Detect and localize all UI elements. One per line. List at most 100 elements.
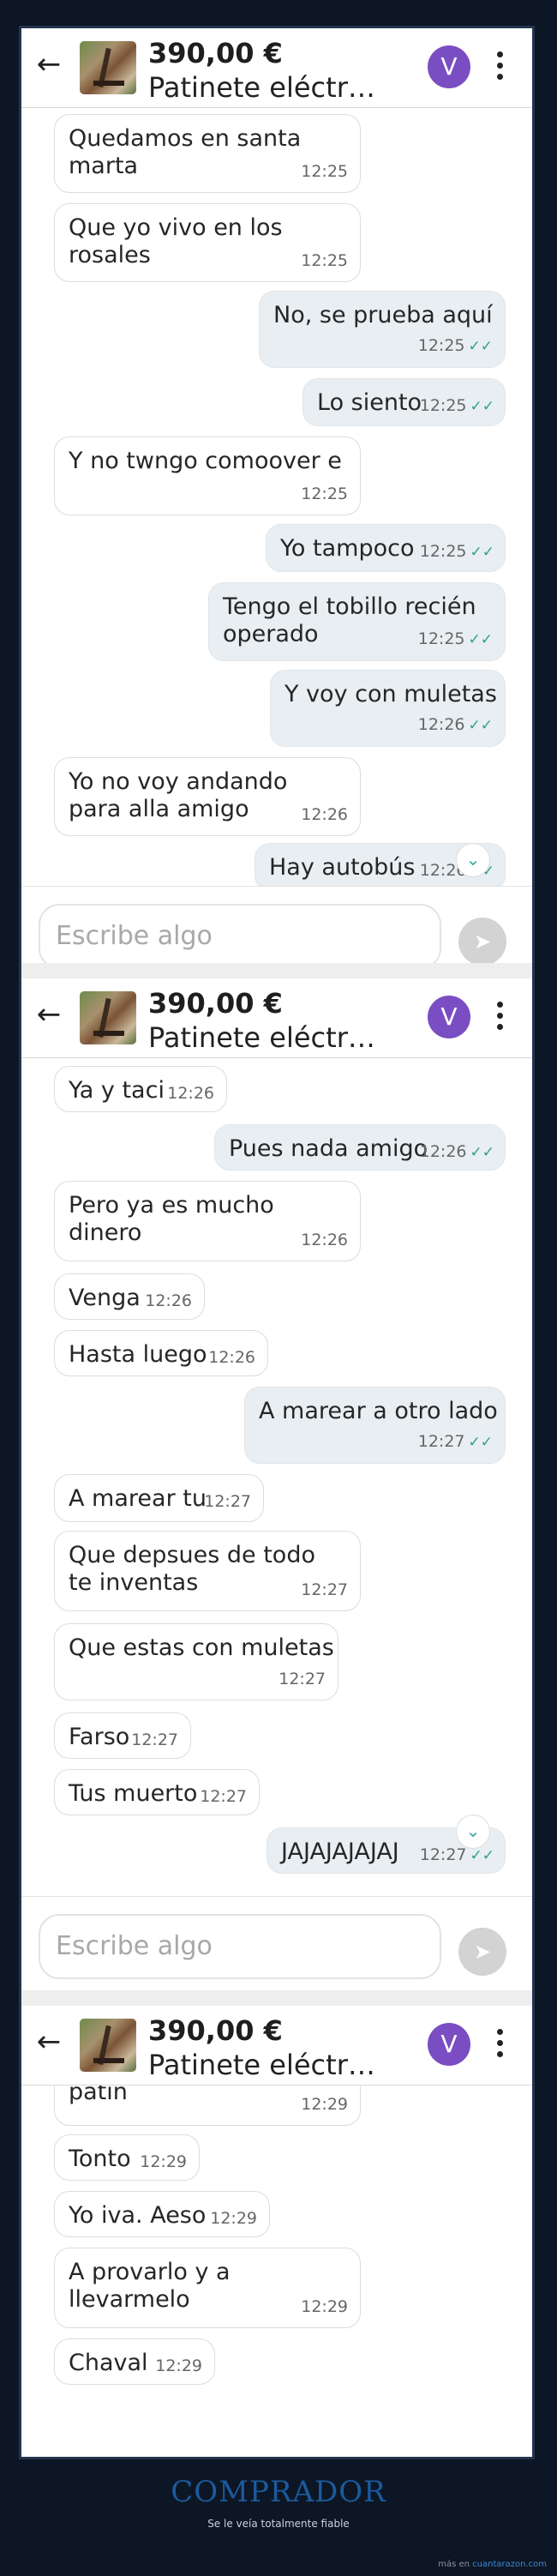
message-text: Venga	[69, 1285, 141, 1312]
time-text: 12:27	[419, 1845, 467, 1864]
back-arrow-icon[interactable]: ←	[33, 2026, 64, 2057]
message-input[interactable]: Escribe algo	[39, 1914, 441, 1979]
message-line: Quedamos en santa	[69, 125, 302, 152]
message-time: 12:29	[301, 2091, 348, 2118]
user-avatar[interactable]: V	[428, 45, 470, 88]
message-text: Pero ya es mucho dinero	[69, 1192, 274, 1247]
time-text: 12:26	[208, 1348, 255, 1367]
message-received[interactable]: Venga 12:26	[54, 1273, 205, 1320]
message-line: te inventas	[69, 1569, 199, 1596]
message-text: Yo no voy andando para alla amigo	[69, 768, 287, 823]
message-text: Y voy con muletas	[284, 681, 497, 708]
message-line: para alla amigo	[69, 796, 249, 822]
message-sent[interactable]: Lo siento 12:25 ✓✓	[302, 378, 506, 426]
user-avatar[interactable]: V	[428, 996, 470, 1038]
listing-title[interactable]: Patinete eléctri...	[148, 1021, 380, 1054]
message-received[interactable]: Chaval 12:29	[54, 2338, 215, 2385]
message-sent[interactable]: Y voy con muletas 12:26 ✓✓	[270, 670, 506, 747]
message-sent[interactable]: Yo tampoco 12:25 ✓✓	[266, 524, 506, 572]
message-received[interactable]: Ya y taci 12:26	[54, 1066, 227, 1112]
message-text: A marear a otro lado	[259, 1398, 498, 1425]
send-icon[interactable]: ➤	[458, 918, 506, 963]
message-time: 12:26✓✓	[418, 711, 493, 739]
listing-title[interactable]: Patinete eléctri...	[148, 2049, 380, 2081]
screenshot-collage: ← 390,00 € Patinete eléctri... V Quedamo…	[19, 26, 535, 2459]
message-received[interactable]: Tus muerto 12:27	[54, 1769, 260, 1815]
message-line: Yo tampoco	[280, 535, 415, 562]
message-time: 12:27	[301, 1576, 348, 1604]
message-received[interactable]: Y no twngo comoover e 12:25	[54, 436, 361, 515]
more-options-icon[interactable]	[491, 2026, 508, 2064]
message-time: 12:25	[301, 247, 348, 274]
message-line: Pues nada amigo	[229, 1135, 428, 1162]
message-time: 12:26	[301, 801, 348, 828]
scroll-down-icon[interactable]: ⌄	[456, 843, 490, 877]
time-text: 12:27	[278, 1670, 326, 1688]
message-received[interactable]: Que yo vivo en los rosales 12:25	[54, 203, 361, 282]
message-received[interactable]: Pero ya es mucho dinero 12:26	[54, 1181, 361, 1261]
message-text: Pues nada amigo	[229, 1135, 428, 1163]
message-time: 12:26	[167, 1080, 214, 1107]
message-line: Que yo vivo en los	[69, 214, 283, 241]
listing-price: 390,00 €	[148, 2014, 283, 2047]
message-received[interactable]: Quedamos en santa marta 12:25	[54, 114, 361, 193]
message-time: 12:29	[210, 2205, 257, 2232]
message-text: Farso	[69, 1724, 129, 1751]
message-received[interactable]: Farso 12:27	[54, 1712, 191, 1759]
message-received[interactable]: Yo no voy andando para alla amigo 12:26	[54, 757, 361, 836]
message-line: JAJAJAJAJAJ	[281, 1839, 399, 1865]
time-text: 12:27	[204, 1492, 251, 1511]
message-received[interactable]: A provarlo y a llevarmelo 12:29	[54, 2248, 361, 2328]
message-received[interactable]: Hasta luego 12:26	[54, 1330, 268, 1376]
listing-thumbnail[interactable]	[80, 2019, 136, 2072]
message-line: A provarlo y a	[69, 2259, 231, 2285]
message-sent[interactable]: Pues nada amigo 12:26 ✓✓	[214, 1124, 506, 1171]
back-arrow-icon[interactable]: ←	[33, 49, 64, 80]
message-sent[interactable]: A marear a otro lado 12:27 ✓✓	[244, 1387, 506, 1464]
input-placeholder: Escribe algo	[56, 921, 213, 951]
message-text: A marear tu	[69, 1485, 207, 1513]
message-received[interactable]: Yo iva. Aeso 12:29	[54, 2191, 270, 2237]
time-text: 12:25	[301, 251, 348, 270]
message-line: A marear a otro lado	[259, 1398, 498, 1424]
listing-thumbnail[interactable]	[80, 41, 136, 94]
time-text: 12:25	[419, 396, 467, 415]
back-arrow-icon[interactable]: ←	[33, 999, 64, 1030]
time-text: 12:26	[301, 805, 348, 824]
message-time: 12:25 ✓✓	[418, 332, 493, 360]
chat-screen-1: ← 390,00 € Patinete eléctri... V Quedamo…	[21, 28, 532, 963]
message-text: No, se prueba aquí	[273, 302, 493, 329]
more-options-icon[interactable]	[491, 999, 508, 1037]
message-received[interactable]: Que estas con muletas 12:27	[54, 1623, 338, 1700]
message-text: Y no twngo comoover e	[69, 448, 342, 475]
message-time: 12:26	[301, 1226, 348, 1254]
message-time: 12:27	[131, 1726, 178, 1754]
message-time: 12:25	[301, 480, 348, 508]
credit-site-link[interactable]: cuantarazon.com	[472, 2560, 547, 2569]
listing-price: 390,00 €	[148, 37, 283, 69]
read-receipt-icon: ✓✓	[470, 1144, 495, 1161]
message-received[interactable]: Tonto 12:29	[54, 2134, 200, 2181]
site-credit[interactable]: más en cuantarazon.com	[438, 2560, 547, 2569]
message-sent[interactable]: Tengo el tobillo recién operado 12:25 ✓✓	[208, 582, 506, 661]
listing-thumbnail[interactable]	[80, 991, 136, 1044]
message-line: Yo no voy andando	[69, 768, 288, 795]
user-avatar[interactable]: V	[428, 2023, 470, 2066]
message-line: Tengo el tobillo recién	[223, 593, 476, 620]
more-options-icon[interactable]	[491, 49, 508, 87]
read-receipt-icon: ✓✓	[468, 338, 494, 355]
message-time: 12:27 ✓✓	[418, 1428, 493, 1456]
message-sent[interactable]: No, se prueba aquí 12:25 ✓✓	[259, 291, 506, 368]
message-received[interactable]: Que depsues de todo te inventas 12:27	[54, 1531, 361, 1611]
message-received[interactable]: A marear tu 12:27	[54, 1474, 264, 1522]
listing-title[interactable]: Patinete eléctri...	[148, 71, 380, 104]
time-text: 12:26	[417, 715, 465, 734]
time-text: 12:27	[417, 1432, 465, 1451]
message-text: Yo iva. Aeso	[69, 2202, 206, 2230]
message-text: Lo siento	[317, 389, 422, 417]
message-time: 12:29	[155, 2352, 202, 2380]
message-input[interactable]: Escribe algo	[39, 904, 441, 963]
scroll-down-icon[interactable]: ⌄	[456, 1815, 490, 1849]
send-icon[interactable]: ➤	[458, 1928, 506, 1976]
read-receipt-icon: ✓✓	[468, 717, 494, 734]
